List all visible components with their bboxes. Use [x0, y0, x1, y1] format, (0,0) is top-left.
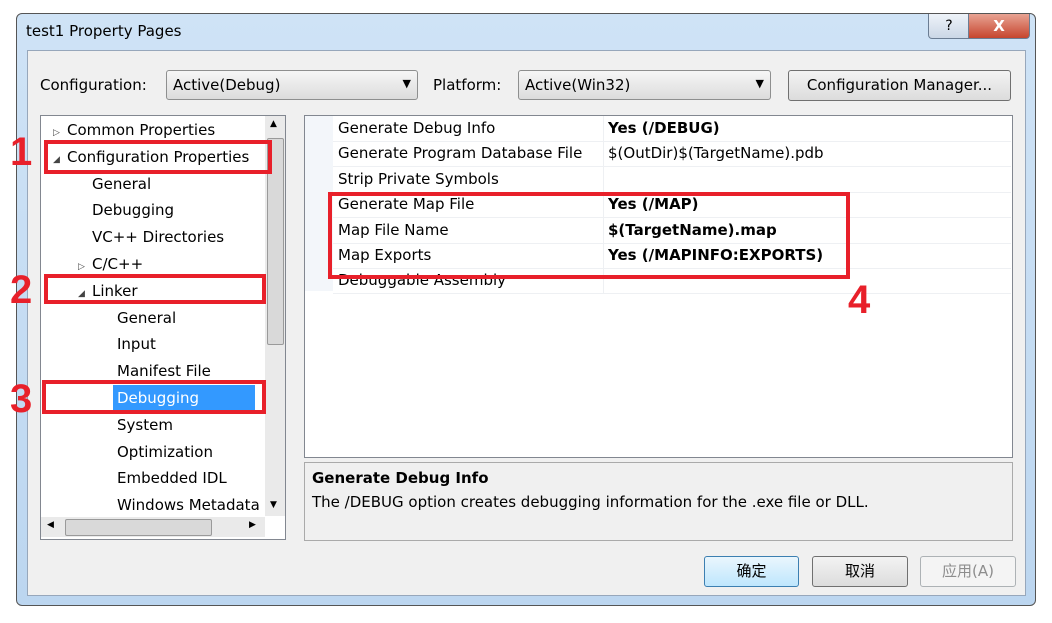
configuration-manager-button[interactable]: Configuration Manager...	[788, 70, 1011, 101]
annotation-number-2: 2	[10, 268, 33, 312]
annotation-number-3: 3	[10, 377, 33, 421]
tree-item-label: Common Properties	[67, 121, 216, 139]
tree-item-label: VC++ Directories	[92, 228, 225, 247]
description-text: The /DEBUG option creates debugging info…	[312, 493, 869, 511]
scroll-thumb[interactable]	[65, 519, 212, 536]
property-value[interactable]: $(OutDir)$(TargetName).pdb	[603, 141, 824, 167]
property-tree[interactable]: ▷ Common Properties ◢ Configuration Propert…	[40, 115, 286, 540]
tree-item-label: General	[117, 308, 177, 327]
property-name: Generate Program Database File	[338, 144, 583, 163]
tree-item-label: General	[92, 174, 152, 193]
annotation-number-1: 1	[10, 130, 33, 174]
annotation-box-1	[44, 140, 272, 174]
property-row[interactable]: Strip Private Symbols	[333, 166, 1011, 193]
platform-select[interactable]: Active(Win32) ▼	[518, 70, 771, 100]
tree-item[interactable]: Embedded IDL	[103, 465, 227, 491]
help-button[interactable]: ?	[928, 14, 970, 39]
configuration-value: Active(Debug)	[173, 76, 281, 94]
property-name: Generate Debug Info	[338, 119, 496, 137]
platform-label: Platform:	[433, 76, 502, 94]
tree-vertical-scrollbar[interactable]: ▲ ▼	[265, 116, 285, 516]
property-row[interactable]: Generate Program Database File $(OutDir)$…	[333, 141, 1011, 168]
tree-item[interactable]: System	[103, 412, 173, 438]
annotation-box-4	[328, 192, 850, 279]
scroll-down-icon[interactable]: ▼	[270, 500, 277, 510]
scroll-right-icon[interactable]: ▶	[249, 520, 256, 530]
property-name: Strip Private Symbols	[338, 169, 499, 188]
tree-item-label: Input	[117, 335, 156, 354]
dropdown-arrow-icon: ▼	[402, 77, 411, 90]
configuration-label: Configuration:	[40, 76, 147, 94]
cancel-button[interactable]: 取消	[812, 556, 908, 587]
annotation-box-2	[44, 274, 266, 304]
tree-item[interactable]: General	[103, 305, 176, 331]
tree-item[interactable]: Optimization	[103, 439, 213, 465]
tree-item[interactable]: VC++ Directories	[78, 224, 224, 250]
scroll-up-icon[interactable]: ▲	[270, 119, 277, 129]
tree-item-label: Optimization	[117, 442, 213, 461]
tree-horizontal-scrollbar[interactable]: ◀ ▶	[41, 517, 265, 537]
tree-item-label: Embedded IDL	[117, 469, 227, 488]
property-value[interactable]: Yes (/DEBUG)	[603, 116, 720, 141]
close-button[interactable]: X	[968, 14, 1030, 39]
tree-item-label: System	[117, 415, 173, 434]
tree-item-label: Debugging	[92, 201, 175, 220]
tree-item[interactable]: Debugging	[78, 197, 174, 223]
apply-button[interactable]: 应用(A)	[920, 556, 1016, 587]
property-value[interactable]	[603, 166, 608, 192]
scroll-left-icon[interactable]: ◀	[47, 520, 54, 530]
window-title: test1 Property Pages	[26, 22, 182, 40]
tree-item[interactable]: Input	[103, 331, 156, 357]
dropdown-arrow-icon: ▼	[755, 77, 764, 90]
tree-item-label: Manifest File	[117, 362, 211, 381]
description-title: Generate Debug Info	[312, 469, 489, 487]
tree-item-label: C/C++	[92, 255, 144, 273]
property-row[interactable]: Generate Debug Info Yes (/DEBUG)	[333, 116, 1011, 142]
description-panel: Generate Debug Info The /DEBUG option cr…	[304, 462, 1013, 541]
tree-item-label: Windows Metadata	[117, 496, 260, 515]
property-grid: Generate Debug Info Yes (/DEBUG) Generate …	[304, 115, 1013, 458]
platform-value: Active(Win32)	[525, 76, 631, 94]
annotation-number-4: 4	[848, 278, 871, 322]
tree-item[interactable]: Windows Metadata	[103, 492, 260, 518]
configuration-select[interactable]: Active(Debug) ▼	[166, 70, 418, 100]
ok-button[interactable]: 确定	[704, 556, 799, 587]
tree-item[interactable]: General	[78, 171, 151, 197]
annotation-box-3	[42, 380, 266, 414]
